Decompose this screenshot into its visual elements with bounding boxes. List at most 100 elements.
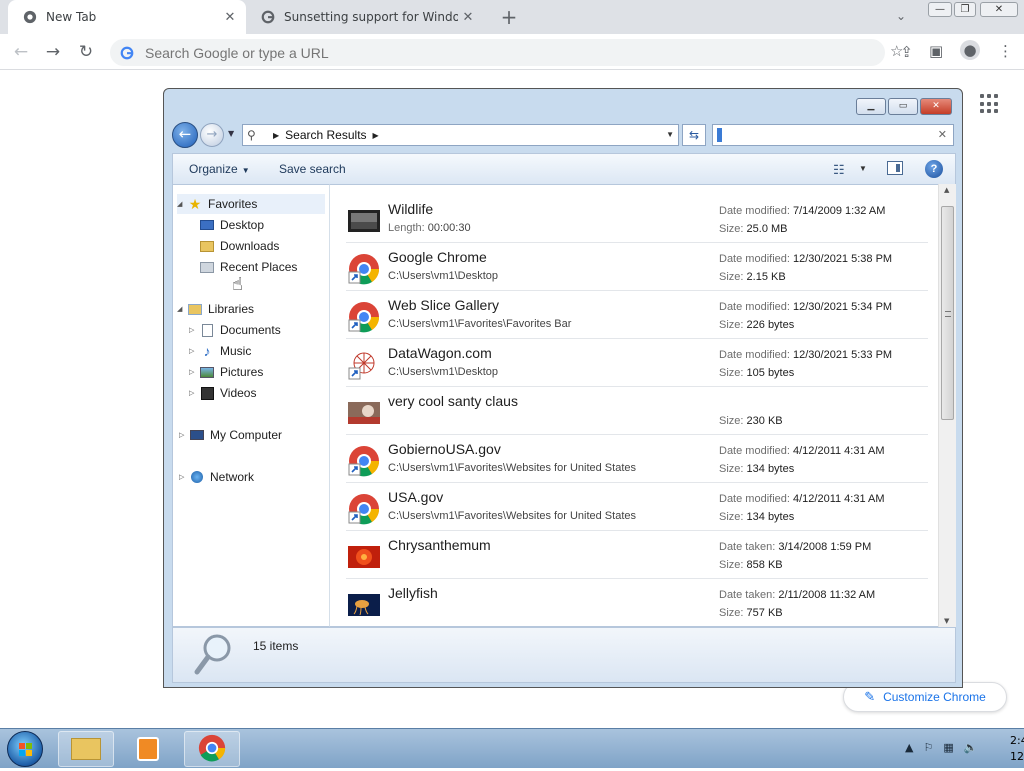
- videos-icon: [199, 386, 215, 400]
- omnibox[interactable]: ⇪: [110, 39, 913, 66]
- view-dropdown-icon[interactable]: ▼: [859, 164, 867, 173]
- list-item[interactable]: Chrysanthemum Date taken: 3/14/2008 1:59…: [346, 531, 928, 579]
- item-name: Chrysanthemum: [388, 537, 491, 553]
- nav-documents[interactable]: ▷ Documents: [189, 320, 281, 340]
- view-options-icon[interactable]: ☷: [833, 162, 845, 178]
- explorer-close-button[interactable]: ✕: [920, 98, 952, 115]
- close-tab-icon[interactable]: ✕: [458, 10, 478, 25]
- minimize-button[interactable]: —: [928, 2, 952, 17]
- back-icon[interactable]: ←: [10, 41, 32, 63]
- computer-icon: [189, 428, 205, 442]
- side-panel-icon[interactable]: ▣: [929, 42, 943, 60]
- address-bar[interactable]: ⚲ ▶ Search Results ▶ ▼: [242, 124, 679, 146]
- back-arrow-icon[interactable]: ←: [172, 122, 198, 148]
- save-search-button[interactable]: Save search: [279, 162, 346, 176]
- explorer-titlebar[interactable]: ▁ ▭ ✕: [170, 89, 958, 119]
- forward-icon[interactable]: →: [42, 41, 64, 63]
- tab-search-icon[interactable]: ⌄: [896, 9, 906, 23]
- network-status-icon[interactable]: ▦: [943, 741, 953, 754]
- nav-music[interactable]: ▷ ♪ Music: [189, 341, 251, 361]
- refresh-icon[interactable]: ⇆: [682, 124, 706, 146]
- taskbar: ▲ ⚐ ▦ 🔈 2:4 12/: [0, 728, 1024, 768]
- tab-sunsetting[interactable]: Sunsetting support for Windows ✕: [246, 0, 484, 34]
- new-tab-button[interactable]: +: [498, 6, 520, 28]
- help-icon[interactable]: ?: [925, 160, 943, 178]
- omnibox-input[interactable]: [145, 44, 745, 61]
- nav-videos[interactable]: ▷ Videos: [189, 383, 256, 403]
- google-apps-icon[interactable]: [980, 94, 1000, 114]
- scroll-up-icon[interactable]: ▲: [944, 186, 949, 194]
- nav-label: Recent Places: [220, 260, 298, 274]
- list-item[interactable]: DataWagon.com C:\Users\vm1\Desktop Date …: [346, 339, 928, 387]
- start-button[interactable]: [7, 731, 43, 767]
- bookmark-star-icon[interactable]: ☆: [890, 42, 903, 60]
- volume-icon[interactable]: 🔈: [964, 741, 978, 754]
- list-item[interactable]: Wildlife Length: 00:00:30 Date modified:…: [346, 195, 928, 243]
- history-dropdown-icon[interactable]: ▼: [228, 129, 234, 138]
- nav-network[interactable]: ▷ Network: [179, 467, 254, 487]
- breadcrumb-arrow-icon[interactable]: ▶: [373, 131, 379, 140]
- list-item[interactable]: Web Slice Gallery C:\Users\vm1\Favorites…: [346, 291, 928, 339]
- list-item[interactable]: Jellyfish Date taken: 2/11/2008 11:32 AM…: [346, 579, 928, 626]
- clear-search-icon[interactable]: ✕: [938, 128, 947, 141]
- nav-my-computer[interactable]: ▷ My Computer: [179, 425, 282, 445]
- list-item[interactable]: Google Chrome C:\Users\vm1\Desktop Date …: [346, 243, 928, 291]
- expand-arrow-icon[interactable]: ▷: [189, 347, 199, 355]
- breadcrumb[interactable]: Search Results: [285, 128, 366, 142]
- expand-arrow-icon[interactable]: ◢: [177, 200, 187, 208]
- chrome-icon: [22, 9, 38, 25]
- scroll-thumb[interactable]: [941, 206, 954, 420]
- nav-pictures[interactable]: ▷ Pictures: [189, 362, 263, 382]
- nav-libraries[interactable]: ◢ Libraries: [177, 299, 254, 319]
- item-date: Date taken: 3/14/2008 1:59 PM: [719, 541, 872, 553]
- profile-avatar-icon[interactable]: ●: [960, 40, 980, 60]
- folder-icon: [199, 239, 215, 253]
- expand-arrow-icon[interactable]: ▷: [179, 431, 189, 439]
- scroll-down-icon[interactable]: ▼: [944, 617, 949, 625]
- explorer-maximize-button[interactable]: ▭: [888, 98, 918, 115]
- clock[interactable]: 2:4 12/: [1010, 733, 1024, 765]
- show-hidden-icons-icon[interactable]: ▲: [905, 741, 913, 754]
- chrome-icon: [198, 734, 226, 765]
- nav-favorites[interactable]: ◢ ★ Favorites: [177, 194, 325, 214]
- expand-arrow-icon[interactable]: ▷: [179, 473, 189, 481]
- image-file-icon: [348, 541, 380, 573]
- expand-arrow-icon[interactable]: ▷: [189, 389, 199, 397]
- restore-button[interactable]: ❐: [954, 2, 976, 17]
- close-window-button[interactable]: ✕: [980, 2, 1018, 17]
- tab-title: Sunsetting support for Windows: [284, 10, 458, 24]
- expand-arrow-icon[interactable]: ▷: [189, 368, 199, 376]
- preview-pane-icon[interactable]: [887, 161, 903, 175]
- taskbar-media-player[interactable]: [120, 731, 176, 767]
- vertical-scrollbar[interactable]: ▲ ▼: [938, 184, 956, 627]
- item-name: Web Slice Gallery: [388, 297, 500, 313]
- folder-icon: [71, 738, 101, 760]
- search-input[interactable]: ✕: [712, 124, 954, 146]
- nav-recent-places[interactable]: Recent Places: [199, 257, 297, 277]
- taskbar-chrome[interactable]: [184, 731, 240, 767]
- close-tab-icon[interactable]: ✕: [220, 10, 240, 25]
- breadcrumb-arrow-icon[interactable]: ▶: [273, 131, 279, 140]
- list-item[interactable]: GobiernoUSA.gov C:\Users\vm1\Favorites\W…: [346, 435, 928, 483]
- menu-kebab-icon[interactable]: ⋮: [998, 42, 1013, 60]
- tab-new-tab[interactable]: New Tab ✕: [8, 0, 246, 34]
- list-item[interactable]: USA.gov C:\Users\vm1\Favorites\Websites …: [346, 483, 928, 531]
- address-dropdown-icon[interactable]: ▼: [666, 130, 674, 139]
- forward-arrow-icon[interactable]: →: [200, 123, 224, 147]
- nav-desktop[interactable]: Desktop: [199, 215, 264, 235]
- item-name: USA.gov: [388, 489, 444, 505]
- expand-arrow-icon[interactable]: ◢: [177, 305, 187, 313]
- item-subtitle: C:\Users\vm1\Favorites\Websites for Unit…: [388, 462, 636, 474]
- grip-icon: [945, 311, 951, 317]
- explorer-minimize-button[interactable]: ▁: [856, 98, 886, 115]
- reload-icon[interactable]: ↻: [75, 41, 97, 63]
- nav-downloads[interactable]: Downloads: [199, 236, 279, 256]
- taskbar-explorer[interactable]: [58, 731, 114, 767]
- list-item[interactable]: very cool santy claus Size: 230 KB: [346, 387, 928, 435]
- organize-button[interactable]: Organize ▼: [189, 162, 250, 176]
- text-cursor: [717, 128, 722, 142]
- item-size: Size: 226 bytes: [719, 319, 795, 331]
- action-center-icon[interactable]: ⚐: [923, 741, 933, 754]
- system-tray: ▲ ⚐ ▦ 🔈: [905, 741, 977, 754]
- expand-arrow-icon[interactable]: ▷: [189, 326, 199, 334]
